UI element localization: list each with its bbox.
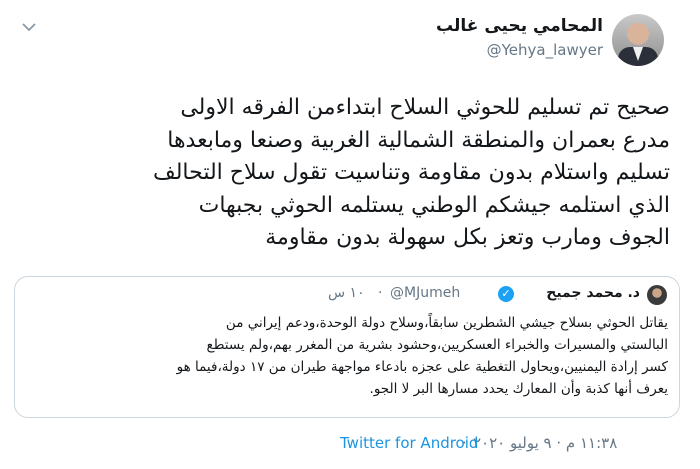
tweet-source-link[interactable]: Twitter for Android [340, 434, 478, 452]
quoted-line: كسر إرادة اليمنيين،ويحاول التغطية على عج… [176, 359, 668, 375]
tweet-line: مدرع بعمران والمنطقة الشمالية الغربية وص… [167, 127, 670, 153]
quoted-tweet-text: يقاتل الحوثي بسلاح جيشي الشطرين سابقاً،و… [28, 312, 668, 400]
verified-badge-icon: ✓ [498, 286, 514, 302]
tweet-timestamp[interactable]: ١١:٣٨ م · ٩ يوليو ٢٠٢٠ [473, 434, 617, 452]
quoted-separator: · [378, 285, 383, 301]
quoted-line: يعرف أنها كذبة وأن المعارك يحدد مسارها ا… [369, 381, 668, 397]
quoted-line: يقاتل الحوثي بسلاح جيشي الشطرين سابقاً،و… [225, 315, 668, 331]
tweet-line: تسليم واستلام بدون مقاومة وتناسيت تقول س… [152, 160, 670, 185]
tweet-text: صحيح تم تسليم للحوثي السلاح ابتداءمن الف… [20, 92, 670, 255]
tweet-line: الذي استلمه جيشكم الوطني يستلمه الحوثي ب… [198, 192, 670, 218]
tweet-line: صحيح تم تسليم للحوثي السلاح ابتداءمن الف… [180, 95, 670, 120]
quoted-timestamp: ١٠ س [328, 285, 365, 301]
author-handle[interactable]: @Yehya_lawyer [487, 41, 603, 59]
author-avatar[interactable] [612, 14, 664, 66]
quoted-line: البالستي والمسيرات والخبراء العسكريين،وح… [206, 337, 668, 353]
author-name[interactable]: المحامي يحيى غالب [436, 16, 603, 36]
quoted-author-handle: @MJumeh [390, 285, 461, 301]
quoted-author-name: د. محمد جميح [546, 285, 640, 301]
tweet-line: الجوف ومارب وتعز بكل سهولة بدون مقاومة [265, 225, 670, 250]
chevron-down-icon[interactable] [20, 22, 38, 36]
quoted-author-avatar [647, 285, 667, 305]
